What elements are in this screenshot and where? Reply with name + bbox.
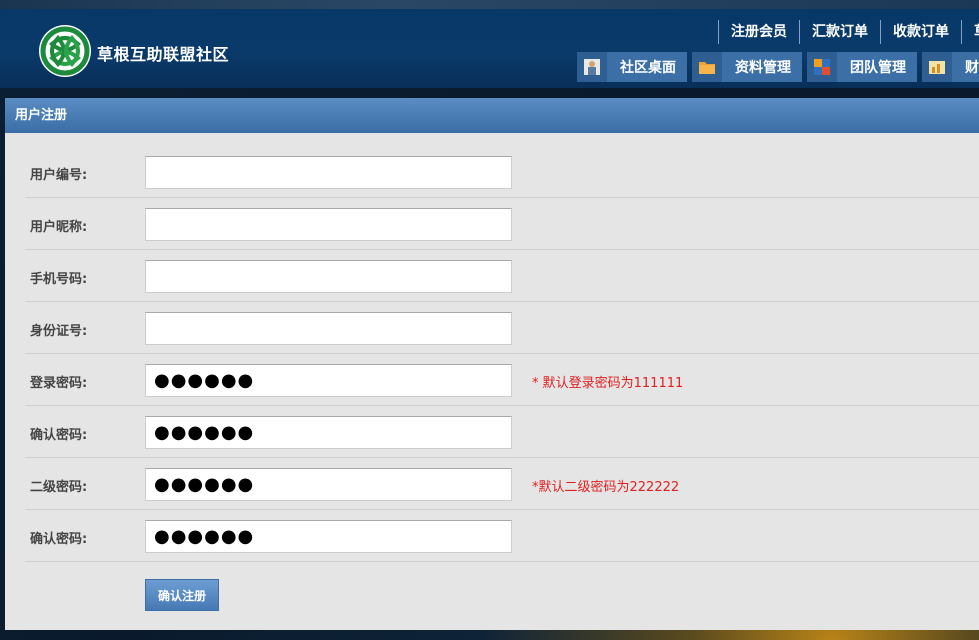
nav-label: 团队管理 [850,60,906,76]
logo-icon [39,25,91,77]
header: 草根互助联盟社区 注册会员 汇款订单 收款订单 草 社区桌面 资料管理 团队管理 [0,0,979,88]
nav-community-desk[interactable]: 社区桌面 [577,52,687,82]
login-password-input[interactable]: ●●●●●● [145,364,512,397]
nav-finance[interactable]: 财 [922,52,979,82]
form-row-id-card: 身份证号: [25,302,979,354]
nickname-input[interactable] [145,208,512,241]
phone-input[interactable] [145,260,512,293]
finance-icon [922,52,952,82]
nav-label: 财 [965,60,979,76]
form-row-secondary-password: 二级密码: ●●●●●● *默认二级密码为222222 [25,458,979,510]
brand-name: 草根互助联盟社区 [97,45,230,64]
top-link-remit-orders[interactable]: 汇款订单 [799,20,880,44]
field-label: 手机号码: [30,272,88,287]
team-icon [807,52,837,82]
main-nav: 社区桌面 资料管理 团队管理 财 [577,52,979,82]
confirm-login-password-input[interactable]: ●●●●●● [145,416,512,449]
field-label: 登录密码: [30,376,88,391]
user-id-input[interactable] [145,156,512,189]
top-link-more[interactable]: 草 [961,20,979,44]
confirm-register-button[interactable]: 确认注册 [145,579,219,611]
form-row-user-id: 用户编号: [25,146,979,198]
panel-title: 用户注册 [5,98,979,133]
nav-label: 社区桌面 [620,60,676,76]
nav-team-management[interactable]: 团队管理 [807,52,917,82]
confirm-secondary-password-input[interactable]: ●●●●●● [145,520,512,553]
nav-label: 资料管理 [735,60,791,76]
top-link-register[interactable]: 注册会员 [718,20,799,44]
field-label: 用户昵称: [30,220,88,235]
desk-person-icon [577,52,607,82]
form-row-login-password: 登录密码: ●●●●●● * 默认登录密码为111111 [25,354,979,406]
field-label: 确认密码: [30,532,88,547]
nav-profile-management[interactable]: 资料管理 [692,52,802,82]
registration-panel: 用户注册 用户编号: 用户昵称: 手机号码: 身份证号: 登录密码: ●●●●●… [5,98,979,630]
top-links: 注册会员 汇款订单 收款订单 草 [718,20,979,44]
form-row-nickname: 用户昵称: [25,198,979,250]
field-label: 二级密码: [30,480,88,495]
id-card-input[interactable] [145,312,512,345]
field-label: 身份证号: [30,324,88,339]
form-row-phone: 手机号码: [25,250,979,302]
secondary-password-hint: *默认二级密码为222222 [532,480,680,495]
form-row-confirm-secondary-password: 确认密码: ●●●●●● [25,510,979,562]
top-link-receive-orders[interactable]: 收款订单 [880,20,961,44]
secondary-password-input[interactable]: ●●●●●● [145,468,512,501]
form-row-confirm-login-password: 确认密码: ●●●●●● [25,406,979,458]
folder-icon [692,52,722,82]
field-label: 确认密码: [30,428,88,443]
field-label: 用户编号: [30,168,88,183]
login-password-hint: * 默认登录密码为111111 [532,376,684,391]
